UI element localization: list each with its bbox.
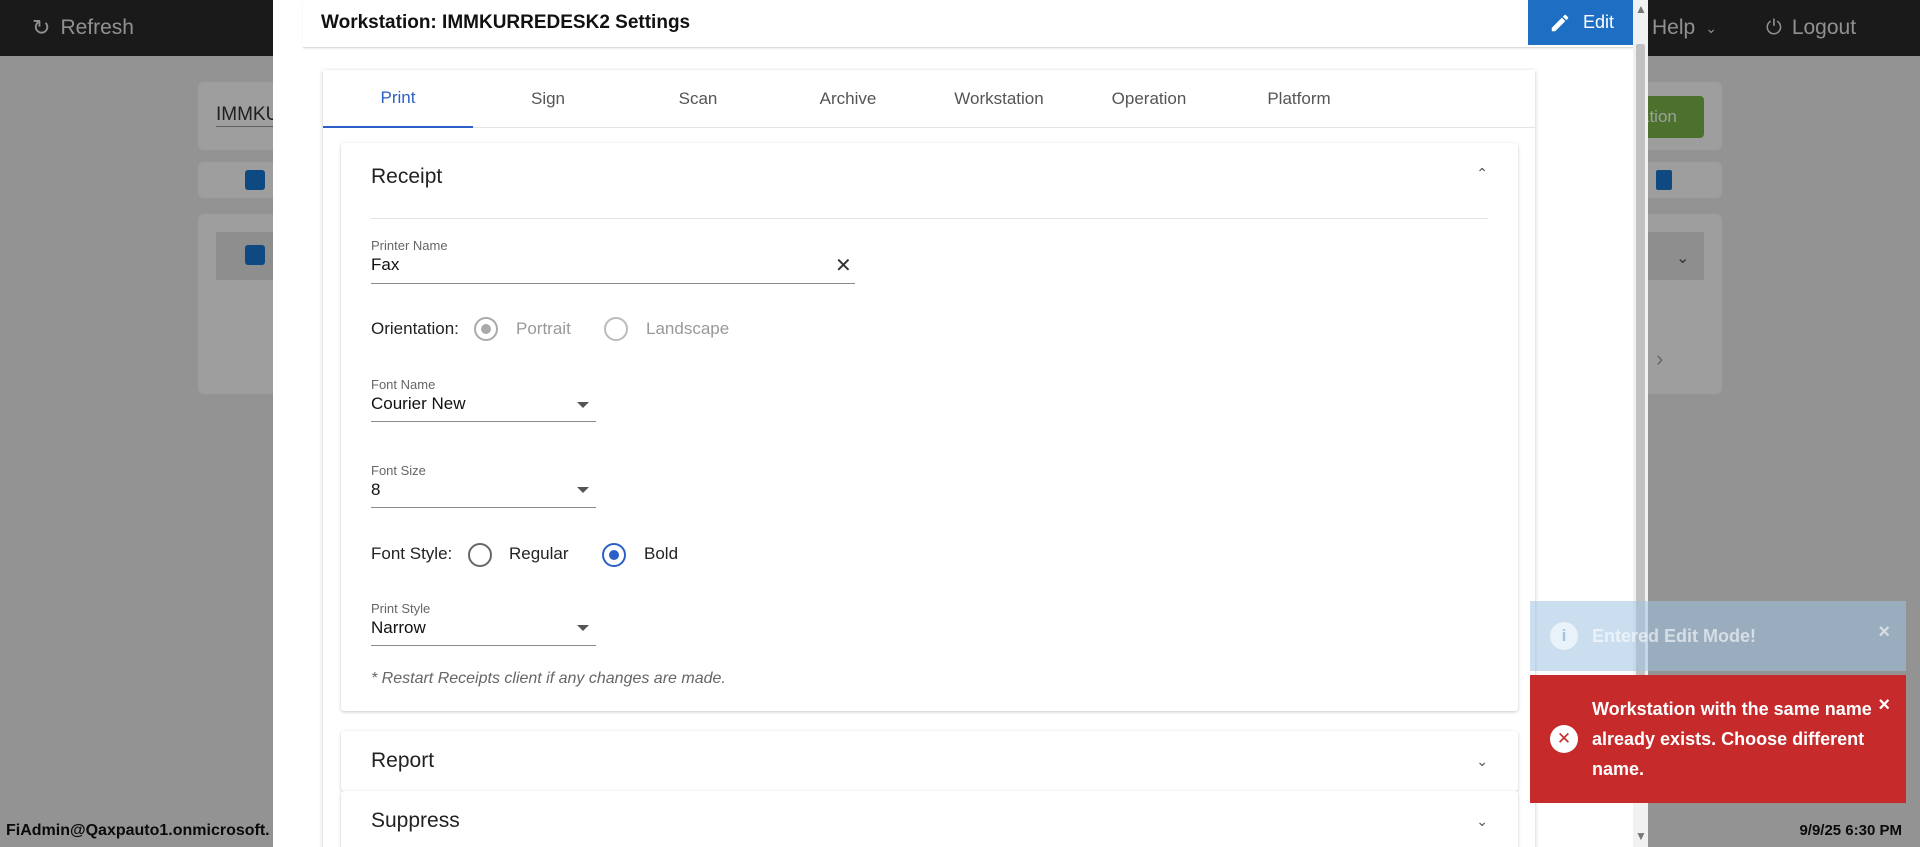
printer-name-label: Printer Name	[371, 238, 448, 253]
landscape-radio[interactable]	[604, 317, 628, 341]
bold-label: Bold	[644, 544, 679, 563]
settings-card: Print Sign Scan Archive Workstation Oper…	[323, 70, 1535, 847]
orientation-label: Orientation:	[371, 319, 459, 338]
receipt-panel: Receipt ⌃ Printer Name Fax ✕ Orientation…	[341, 143, 1518, 711]
error-toast: ✕ Workstation with the same name already…	[1530, 675, 1906, 803]
landscape-label: Landscape	[646, 319, 730, 338]
panel-divider	[371, 218, 1488, 219]
settings-tabs: Print Sign Scan Archive Workstation Oper…	[323, 70, 1535, 128]
pencil-icon	[1551, 14, 1569, 31]
chevron-up-icon[interactable]: ⌃	[1476, 165, 1488, 182]
tab-print[interactable]: Print	[323, 70, 473, 128]
portrait-label: Portrait	[516, 319, 571, 338]
print-style-underline	[371, 645, 596, 646]
regular-label: Regular	[509, 544, 569, 563]
font-size-underline	[371, 507, 596, 508]
tab-operation[interactable]: Operation	[1074, 70, 1224, 128]
print-style-select[interactable]: Narrow	[371, 618, 426, 638]
close-icon[interactable]: ×	[1878, 621, 1890, 644]
receipt-panel-title[interactable]: Receipt	[371, 165, 442, 189]
error-icon: ✕	[1550, 725, 1578, 753]
font-name-select[interactable]: Courier New	[371, 394, 465, 414]
report-panel[interactable]: Report ⌄	[341, 731, 1518, 791]
scrollbar-thumb[interactable]	[1636, 44, 1645, 684]
dropdown-arrow-icon[interactable]	[577, 487, 589, 493]
tab-workstation[interactable]: Workstation	[924, 70, 1074, 128]
settings-modal: Workstation: IMMKURREDESK2 Settings Edit…	[273, 0, 1648, 847]
portrait-radio[interactable]	[474, 317, 498, 341]
printer-name-field[interactable]: Fax	[371, 255, 399, 275]
chevron-down-icon[interactable]: ⌄	[1476, 753, 1488, 770]
tab-platform[interactable]: Platform	[1224, 70, 1374, 128]
printer-name-underline	[371, 283, 855, 284]
tab-sign[interactable]: Sign	[473, 70, 623, 128]
close-icon[interactable]: ×	[1878, 694, 1890, 717]
regular-radio[interactable]	[468, 543, 492, 567]
font-size-select[interactable]: 8	[371, 480, 380, 500]
edit-button[interactable]: Edit	[1528, 0, 1635, 45]
restart-note: * Restart Receipts client if any changes…	[371, 670, 726, 687]
info-icon: i	[1550, 622, 1578, 650]
tab-archive[interactable]: Archive	[773, 70, 923, 128]
font-style-label: Font Style:	[371, 544, 453, 563]
error-toast-message: Workstation with the same name already e…	[1592, 699, 1872, 779]
dropdown-arrow-icon[interactable]	[577, 625, 589, 631]
scroll-down-icon[interactable]: ▼	[1635, 829, 1647, 843]
chevron-down-icon[interactable]: ⌄	[1476, 813, 1488, 830]
scroll-up-icon[interactable]: ▲	[1635, 2, 1647, 16]
info-toast: i Entered Edit Mode! ×	[1530, 601, 1906, 671]
font-name-label: Font Name	[371, 377, 436, 392]
suppress-panel-title: Suppress	[371, 809, 460, 832]
report-panel-title: Report	[371, 749, 435, 772]
suppress-panel[interactable]: Suppress ⌄	[341, 791, 1518, 847]
info-toast-message: Entered Edit Mode!	[1592, 626, 1757, 646]
print-style-label: Print Style	[371, 601, 431, 616]
clear-icon[interactable]: ✕	[835, 253, 852, 278]
tab-scan[interactable]: Scan	[623, 70, 773, 128]
dropdown-arrow-icon[interactable]	[577, 402, 589, 408]
bold-radio[interactable]	[602, 543, 626, 567]
font-name-underline	[371, 421, 596, 422]
page-title: Workstation: IMMKURREDESK2 Settings	[321, 12, 691, 33]
edit-label: Edit	[1582, 12, 1615, 32]
font-size-label: Font Size	[371, 463, 426, 478]
modal-header: Workstation: IMMKURREDESK2 Settings Edit	[303, 0, 1635, 48]
